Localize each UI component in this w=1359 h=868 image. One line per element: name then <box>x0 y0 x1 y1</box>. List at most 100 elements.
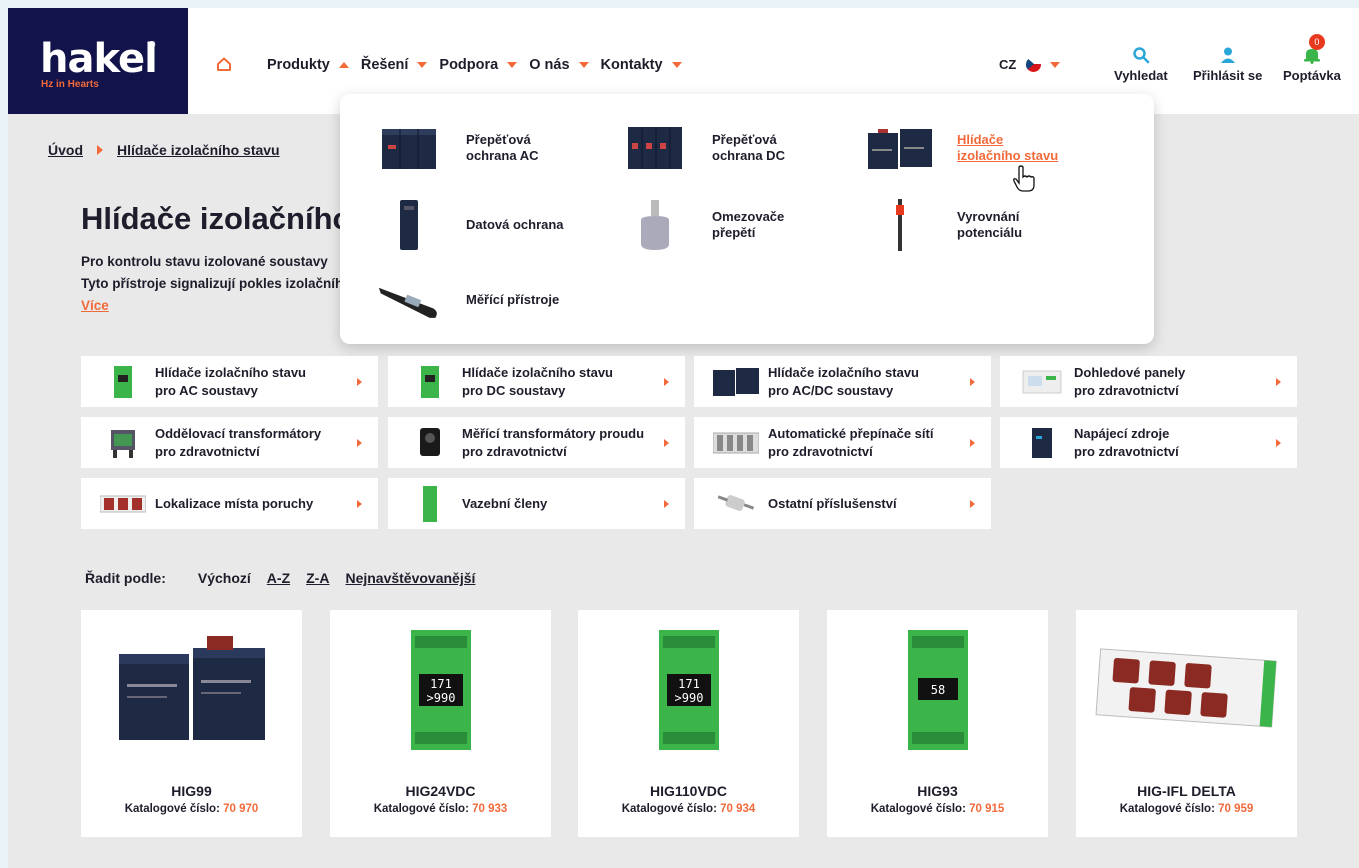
sort-a-z[interactable]: A-Z <box>267 570 290 586</box>
catalog-number-value: 70 933 <box>472 803 508 815</box>
breadcrumb-separator-icon <box>97 145 103 155</box>
product-name: HIG-IFL DELTA <box>1137 783 1236 799</box>
category-current-transformers[interactable]: Měřící transformátory proudu pro zdravotn… <box>388 417 685 468</box>
mega-item-surge-dc[interactable]: Přepěťová ochrana DC <box>623 120 853 176</box>
mega-item-label: izolačního stavu <box>957 148 1059 163</box>
mega-item-label: Přepěťová <box>712 132 777 147</box>
sort-most-visited[interactable]: Nejnavštěvovanější <box>345 570 475 586</box>
category-sublabel: pro zdravotnictví <box>155 443 260 459</box>
user-icon <box>1220 47 1235 63</box>
chevron-down-icon <box>1050 61 1061 68</box>
sort-default[interactable]: Výchozí <box>198 570 251 586</box>
inquiry-button[interactable]: 0 Poptávka <box>1283 34 1341 83</box>
chevron-right-icon <box>1276 378 1281 386</box>
category-ac[interactable]: Hlídače izolačního stavu pro AC soustavy <box>81 356 378 407</box>
logo-registered-mark: ® <box>148 40 156 51</box>
mega-item-insulation-monitors[interactable]: Hlídače izolačního stavu <box>868 120 1098 176</box>
catalog-label: Katalogové číslo: <box>621 803 717 815</box>
category-dc[interactable]: Hlídače izolačního stavu pro DC soustavy <box>388 356 685 407</box>
device-display-top: 58 <box>930 683 944 697</box>
surge-ac-device-icon <box>377 120 441 176</box>
category-label: Hlídače izolačního stavu <box>768 364 919 380</box>
search-button[interactable]: Vyhledat <box>1114 46 1168 83</box>
nav-o-nas-label: O nás <box>529 57 570 73</box>
product-catalog-number: Katalogové číslo: 70 970 <box>81 803 302 815</box>
category-label: Dohledové panely <box>1074 364 1186 380</box>
category-transfer-switches[interactable]: Automatické přepínače sítí pro zdravotnic… <box>694 417 991 468</box>
switch-thumbnail-icon <box>712 425 760 461</box>
login-button[interactable]: Přihlásit se <box>1193 46 1262 83</box>
czech-flag-icon <box>1026 57 1042 72</box>
chevron-right-icon <box>664 500 669 508</box>
chevron-right-icon <box>1276 439 1281 447</box>
category-sublabel: pro zdravotnictví <box>462 443 567 459</box>
transformer-thumbnail-icon <box>99 425 147 461</box>
mega-item-limiters[interactable]: Omezovače přepětí <box>623 197 853 253</box>
category-label: Hlídače izolačního stavu <box>462 364 613 380</box>
hakel-logo[interactable]: hakel ® Hz in Hearts <box>8 8 188 114</box>
main-nav: Produkty Řešení Podpora O nás Kontakty <box>267 57 694 73</box>
category-acdc[interactable]: Hlídače izolačního stavu pro AC/DC sousta… <box>694 356 991 407</box>
product-card[interactable]: HIG99 Katalogové číslo: 70 970 <box>81 610 302 837</box>
mega-item-label: Přepěťová <box>466 132 531 147</box>
device-display-top: 171 <box>430 677 452 691</box>
catalog-label: Katalogové číslo: <box>1119 803 1215 815</box>
device-display-bottom: >990 <box>426 691 455 705</box>
language-code: CZ <box>999 57 1017 72</box>
chevron-down-icon <box>507 62 518 68</box>
category-sublabel: pro zdravotnictví <box>1074 443 1179 459</box>
nav-o-nas[interactable]: O nás <box>529 57 589 73</box>
more-link[interactable]: Více <box>81 298 109 313</box>
chevron-right-icon <box>970 500 975 508</box>
mega-item-meters[interactable]: Měřící přístroje <box>377 272 607 328</box>
category-accessories[interactable]: Ostatní příslušenství <box>694 478 991 529</box>
category-label: Hlídače izolačního stavu <box>155 364 306 380</box>
inquiry-count-badge: 0 <box>1308 34 1325 50</box>
nav-podpora[interactable]: Podpora <box>439 57 518 73</box>
login-label: Přihlásit se <box>1193 68 1263 83</box>
mega-item-equipotential[interactable]: Vyrovnání potenciálu <box>868 197 1098 253</box>
product-card[interactable]: 171 >990 HIG110VDC Katalogové číslo: 70 … <box>578 610 799 837</box>
breadcrumb-current[interactable]: Hlídače izolačního stavu <box>117 142 280 158</box>
logo-tagline: Hz in Hearts <box>41 79 99 90</box>
nav-reseni[interactable]: Řešení <box>361 57 428 73</box>
product-catalog-number: Katalogové číslo: 70 934 <box>578 803 799 815</box>
chevron-up-icon <box>338 62 349 68</box>
nav-kontakty[interactable]: Kontakty <box>601 57 682 73</box>
category-sublabel: pro DC soustavy <box>462 382 566 398</box>
home-icon[interactable] <box>216 56 232 72</box>
dark-monitor-thumbnail-icon <box>712 364 760 400</box>
page-background: hakel ® Hz in Hearts Produkty Řešení Pod… <box>8 8 1359 868</box>
product-card[interactable]: 58 HIG93 Katalogové číslo: 70 915 <box>827 610 1048 837</box>
mega-item-surge-ac[interactable]: Přepěťová ochrana AC <box>377 120 607 176</box>
green-monitor-thumbnail-icon <box>406 364 454 400</box>
category-power-supplies[interactable]: Napájecí zdroje pro zdravotnictví <box>1000 417 1297 468</box>
sort-label: Řadit podle: <box>85 570 166 586</box>
chevron-right-icon <box>357 439 362 447</box>
power-supply-thumbnail-icon <box>1018 425 1066 461</box>
green-monitor-thumbnail-icon <box>99 364 147 400</box>
category-panels[interactable]: Dohledové panely pro zdravotnictví <box>1000 356 1297 407</box>
language-switcher[interactable]: CZ <box>999 57 1061 72</box>
product-card[interactable]: HIG-IFL DELTA Katalogové číslo: 70 959 <box>1076 610 1297 837</box>
data-protection-device-icon <box>377 197 441 253</box>
category-isolation-transformers[interactable]: Oddělovací transformátory pro zdravotnict… <box>81 417 378 468</box>
product-card[interactable]: 171 >990 HIG24VDC Katalogové číslo: 70 9… <box>330 610 551 837</box>
mega-item-data-protection[interactable]: Datová ochrana <box>377 197 607 253</box>
panel-thumbnail-icon <box>1018 364 1066 400</box>
fault-locator-thumbnail-icon <box>99 486 147 522</box>
category-coupling[interactable]: Vazební členy <box>388 478 685 529</box>
catalog-label: Katalogové číslo: <box>373 803 469 815</box>
chevron-right-icon <box>970 378 975 386</box>
category-label: Ostatní příslušenství <box>768 495 897 511</box>
nav-produkty[interactable]: Produkty <box>267 57 349 73</box>
category-fault-location[interactable]: Lokalizace místa poruchy <box>81 478 378 529</box>
device-display-bottom: >990 <box>674 691 703 705</box>
mega-item-label: potenciálu <box>957 225 1023 240</box>
nav-podpora-label: Podpora <box>439 57 499 73</box>
category-sublabel: pro AC/DC soustavy <box>768 382 894 398</box>
chevron-right-icon <box>970 439 975 447</box>
breadcrumb-home[interactable]: Úvod <box>48 142 83 158</box>
catalog-label: Katalogové číslo: <box>870 803 966 815</box>
sort-z-a[interactable]: Z-A <box>306 570 329 586</box>
